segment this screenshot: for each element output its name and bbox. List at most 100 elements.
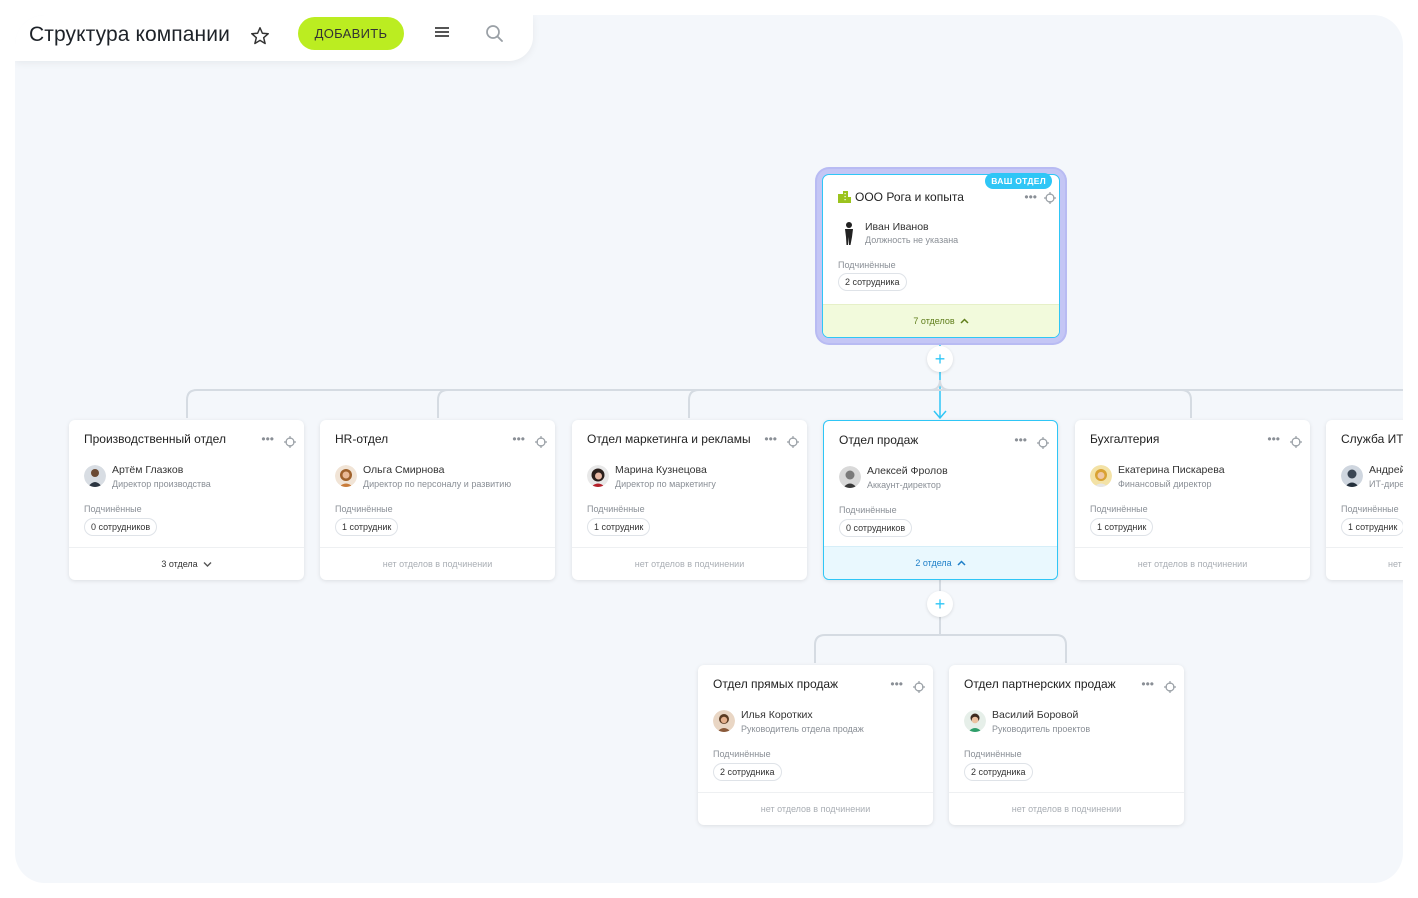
subordinates-count[interactable]: 1 сотрудник: [587, 518, 651, 536]
head-name[interactable]: Андрей: [1369, 464, 1403, 476]
target-icon[interactable]: [787, 435, 799, 448]
top-toolbar: Структура компании ДОБАВИТЬ: [15, 15, 533, 61]
department-card[interactable]: HR-отдел ••• Ольга Смирнова Директор по …: [320, 420, 555, 580]
head-name[interactable]: Екатерина Пискарева: [1118, 464, 1225, 476]
head-name[interactable]: Артём Глазков: [112, 464, 183, 476]
department-name[interactable]: Отдел прямых продаж: [713, 677, 838, 691]
subordinates-count[interactable]: 0 сотрудников: [84, 518, 158, 536]
department-name[interactable]: Отдел продаж: [839, 433, 918, 447]
subordinates-count[interactable]: 2 сотрудника: [713, 763, 782, 781]
search-icon[interactable]: [485, 24, 505, 44]
target-icon[interactable]: [1290, 435, 1302, 448]
chevron-up-icon: [960, 316, 969, 326]
subordinates-label: Подчинённые: [964, 749, 1022, 759]
subordinates-label: Подчинённые: [84, 504, 142, 514]
head-name[interactable]: Ольга Смирнова: [363, 464, 444, 476]
no-subdepartments: нет: [1326, 547, 1403, 580]
chevron-up-icon: [957, 558, 966, 568]
target-icon[interactable]: [1037, 436, 1049, 449]
target-icon[interactable]: [1044, 191, 1056, 204]
head-role: Должность не указана: [865, 235, 959, 245]
head-role: Руководитель проектов: [992, 724, 1091, 734]
head-role: Директор по маркетингу: [615, 479, 716, 489]
more-icon[interactable]: •••: [512, 433, 525, 445]
star-icon[interactable]: [249, 25, 271, 47]
avatar[interactable]: [964, 710, 986, 732]
head-name[interactable]: Иван Иванов: [865, 221, 929, 233]
department-name[interactable]: Служба ИТ: [1341, 432, 1403, 446]
avatar[interactable]: [587, 465, 609, 487]
avatar[interactable]: [1090, 465, 1112, 487]
target-icon[interactable]: [913, 680, 925, 693]
department-card-selected[interactable]: Отдел продаж ••• Алексей Фролов Аккаунт-…: [823, 420, 1058, 580]
subordinates-label: Подчинённые: [839, 505, 897, 515]
more-icon[interactable]: •••: [261, 433, 274, 445]
org-chart-canvas[interactable]: Структура компании ДОБАВИТЬ ВАШ ОТДЕЛ ОО…: [15, 15, 1403, 883]
subordinates-count[interactable]: 1 сотрудник: [1090, 518, 1154, 536]
departments-count: 3 отдела: [161, 559, 198, 569]
subordinates-label: Подчинённые: [713, 749, 771, 759]
department-name[interactable]: ООО Рога и копыта: [855, 190, 964, 204]
departments-toggle[interactable]: 2 отдела: [824, 546, 1057, 579]
more-icon[interactable]: •••: [1141, 678, 1154, 690]
department-card[interactable]: Отдел партнерских продаж ••• Василий Бор…: [949, 665, 1184, 825]
department-card[interactable]: Служба ИТ Андрей ИТ-дире Подчинённые 1 с…: [1326, 420, 1403, 580]
departments-count: 2 отдела: [915, 558, 952, 568]
head-name[interactable]: Илья Коротких: [741, 709, 813, 721]
no-subdepartments: нет отделов в подчинении: [949, 792, 1184, 825]
more-icon[interactable]: •••: [1014, 434, 1027, 446]
department-name[interactable]: Бухгалтерия: [1090, 432, 1159, 446]
more-icon[interactable]: •••: [1024, 191, 1037, 203]
avatar[interactable]: [838, 221, 860, 245]
target-icon[interactable]: [535, 435, 547, 448]
department-card[interactable]: Отдел маркетинга и рекламы ••• Марина Ку…: [572, 420, 807, 580]
subordinates-label: Подчинённые: [335, 504, 393, 514]
avatar[interactable]: [839, 466, 861, 488]
avatar[interactable]: [1341, 465, 1363, 487]
your-department-badge: ВАШ ОТДЕЛ: [985, 173, 1052, 189]
add-button[interactable]: ДОБАВИТЬ: [298, 17, 404, 50]
no-subdepartments: нет отделов в подчинении: [572, 547, 807, 580]
plus-icon[interactable]: +: [927, 591, 953, 617]
no-subdepartments: нет отделов в подчинении: [1075, 547, 1310, 580]
head-role: Руководитель отдела продаж: [741, 724, 864, 734]
department-name[interactable]: Отдел партнерских продаж: [964, 677, 1116, 691]
avatar[interactable]: [335, 465, 357, 487]
root-department-card[interactable]: ВАШ ОТДЕЛ ООО Рога и копыта ••• Иван Ива…: [822, 173, 1060, 338]
head-role: Финансовый директор: [1118, 479, 1212, 489]
no-subdepartments: нет отделов в подчинении: [698, 792, 933, 825]
department-card[interactable]: Бухгалтерия ••• Екатерина Пискарева Фина…: [1075, 420, 1310, 580]
more-icon[interactable]: •••: [890, 678, 903, 690]
subordinates-count[interactable]: 2 сотрудника: [964, 763, 1033, 781]
head-name[interactable]: Алексей Фролов: [867, 465, 948, 477]
head-role: Директор по персоналу и развитию: [363, 479, 512, 489]
departments-count: 7 отделов: [913, 316, 955, 326]
avatar[interactable]: [84, 465, 106, 487]
target-icon[interactable]: [1164, 680, 1176, 693]
no-subdepartments: нет отделов в подчинении: [320, 547, 555, 580]
subordinates-count[interactable]: 1 сотрудник: [335, 518, 399, 536]
plus-icon[interactable]: +: [927, 346, 953, 372]
target-icon[interactable]: [284, 435, 296, 448]
departments-toggle[interactable]: 7 отделов: [823, 304, 1059, 337]
avatar[interactable]: [713, 710, 735, 732]
menu-icon[interactable]: [433, 24, 453, 40]
subordinates-label: Подчинённые: [838, 260, 896, 270]
department-card[interactable]: Отдел прямых продаж ••• Илья Коротких Ру…: [698, 665, 933, 825]
departments-toggle[interactable]: 3 отдела: [69, 547, 304, 580]
department-name[interactable]: HR-отдел: [335, 432, 388, 446]
subordinates-label: Подчинённые: [587, 504, 645, 514]
department-card[interactable]: Производственный отдел ••• Артём Глазков…: [69, 420, 304, 580]
department-name[interactable]: Отдел маркетинга и рекламы: [587, 432, 751, 446]
subordinates-count[interactable]: 0 сотрудников: [839, 519, 913, 537]
subordinates-count[interactable]: 1 сотрудник: [1341, 518, 1403, 536]
page-title: Структура компании: [29, 23, 230, 46]
subordinates-count[interactable]: 2 сотрудника: [838, 273, 907, 291]
more-icon[interactable]: •••: [1267, 433, 1280, 445]
head-name[interactable]: Марина Кузнецова: [615, 464, 707, 476]
head-name[interactable]: Василий Боровой: [992, 709, 1078, 721]
subordinates-label: Подчинённые: [1090, 504, 1148, 514]
more-icon[interactable]: •••: [764, 433, 777, 445]
department-name[interactable]: Производственный отдел: [84, 432, 226, 446]
head-role: Аккаунт-директор: [867, 480, 941, 490]
